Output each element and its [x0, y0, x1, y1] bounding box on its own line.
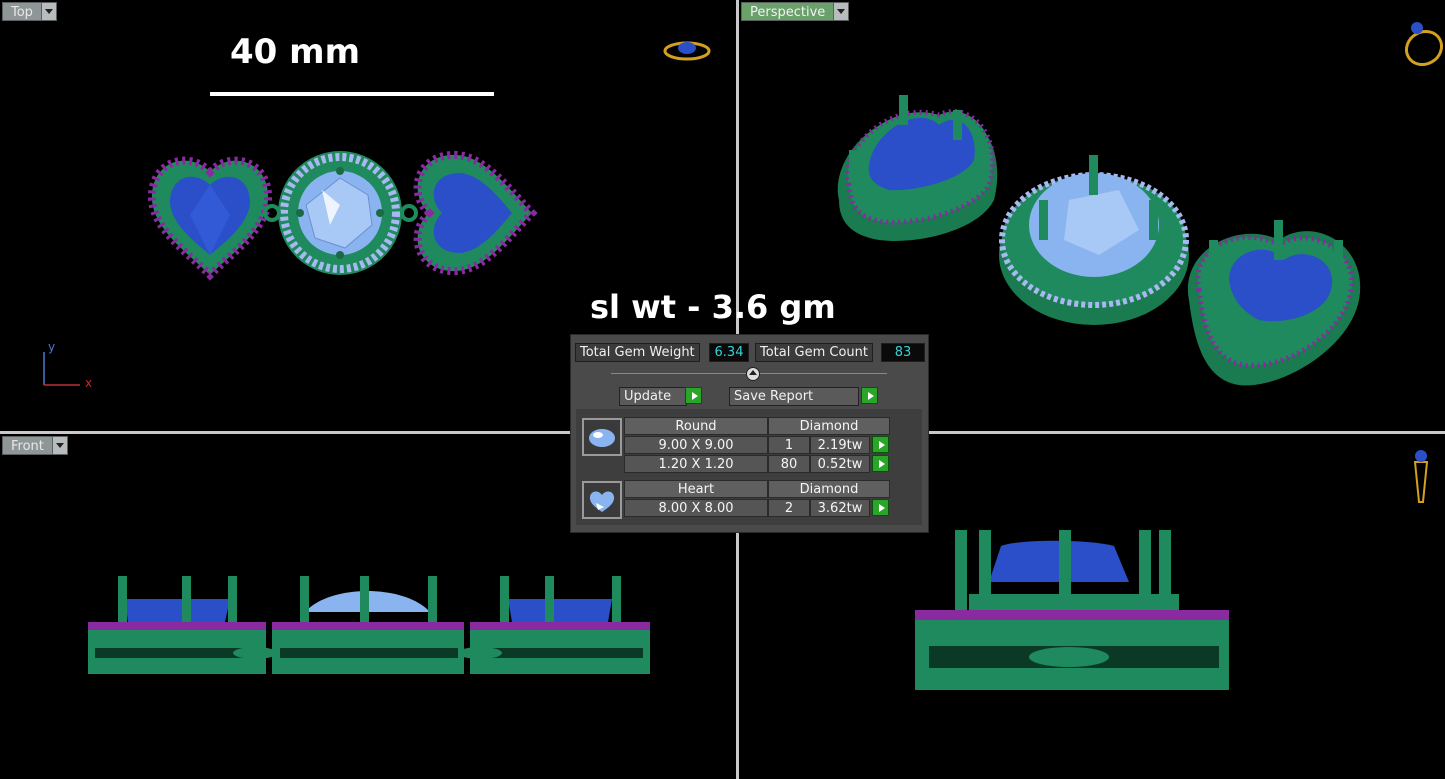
gem-count: 80 — [768, 455, 810, 473]
top-viewport-label[interactable]: Top — [2, 2, 57, 21]
total-gem-weight-label: Total Gem Weight — [575, 343, 700, 362]
total-gem-count-value: 83 — [881, 343, 925, 362]
front-right-heart — [470, 576, 650, 674]
gem-count: 1 — [768, 436, 810, 454]
gem-size: 8.00 X 8.00 — [624, 499, 768, 517]
perspective-viewport-label[interactable]: Perspective — [741, 2, 850, 21]
ring-side-orientation-icon — [1413, 450, 1429, 503]
viewport-name: Perspective — [741, 2, 835, 21]
gem-weight: 3.62tw — [810, 499, 870, 517]
gem-report-panel: Total Gem Weight 6.34 Total Gem Count 83… — [570, 334, 929, 533]
row-go-icon[interactable] — [872, 455, 889, 472]
gem-size: 9.00 X 9.00 — [624, 436, 768, 454]
gem-shape: Round — [624, 417, 768, 435]
round-gem-thumbnail[interactable] — [582, 418, 622, 456]
scale-bar — [210, 92, 494, 96]
axis-y-label: y — [48, 340, 56, 354]
update-go-icon[interactable] — [685, 387, 702, 404]
row-go-icon[interactable] — [872, 499, 889, 516]
gem-weight: 0.52tw — [810, 455, 870, 473]
save-report-button[interactable]: Save Report — [729, 387, 859, 406]
gem-material: Diamond — [768, 417, 890, 435]
total-gem-count-label: Total Gem Count — [755, 343, 873, 362]
front-center-round — [272, 576, 464, 674]
front-left-heart — [88, 576, 266, 674]
right-heart-setting — [413, 150, 538, 276]
gem-size: 1.20 X 1.20 — [624, 455, 768, 473]
chevron-down-icon[interactable] — [834, 2, 850, 21]
chevron-down-icon[interactable] — [41, 2, 57, 21]
total-gem-weight-value: 6.34 — [709, 343, 749, 362]
viewport-name: Front — [2, 436, 53, 455]
update-button[interactable]: Update — [619, 387, 687, 406]
gem-shape: Heart — [624, 480, 768, 498]
left-heart-setting — [147, 156, 273, 281]
ring-orientation-icon — [663, 41, 711, 61]
silver-weight-annotation: sl wt - 3.6 gm — [590, 288, 836, 326]
save-report-go-icon[interactable] — [861, 387, 878, 404]
front-viewport-label[interactable]: Front — [2, 436, 68, 455]
axis-x-label: x — [85, 376, 93, 390]
ring-orientation-icon — [1404, 22, 1444, 67]
gem-weight: 2.19tw — [810, 436, 870, 454]
persp-left-heart — [837, 95, 998, 241]
heart-gem-thumbnail[interactable] — [582, 481, 622, 519]
persp-center-round — [999, 155, 1189, 325]
gem-table: Round Diamond 9.00 X 9.00 1 2.19tw 1.20 … — [576, 409, 922, 525]
scale-label: 40 mm — [230, 32, 361, 72]
collapse-toggle-icon[interactable] — [746, 367, 760, 381]
gem-material: Diamond — [768, 480, 890, 498]
chevron-down-icon[interactable] — [52, 436, 68, 455]
viewport-name: Top — [2, 2, 42, 21]
gem-count: 2 — [768, 499, 810, 517]
persp-right-heart — [1187, 220, 1361, 386]
center-round-setting — [278, 151, 402, 275]
row-go-icon[interactable] — [872, 436, 889, 453]
